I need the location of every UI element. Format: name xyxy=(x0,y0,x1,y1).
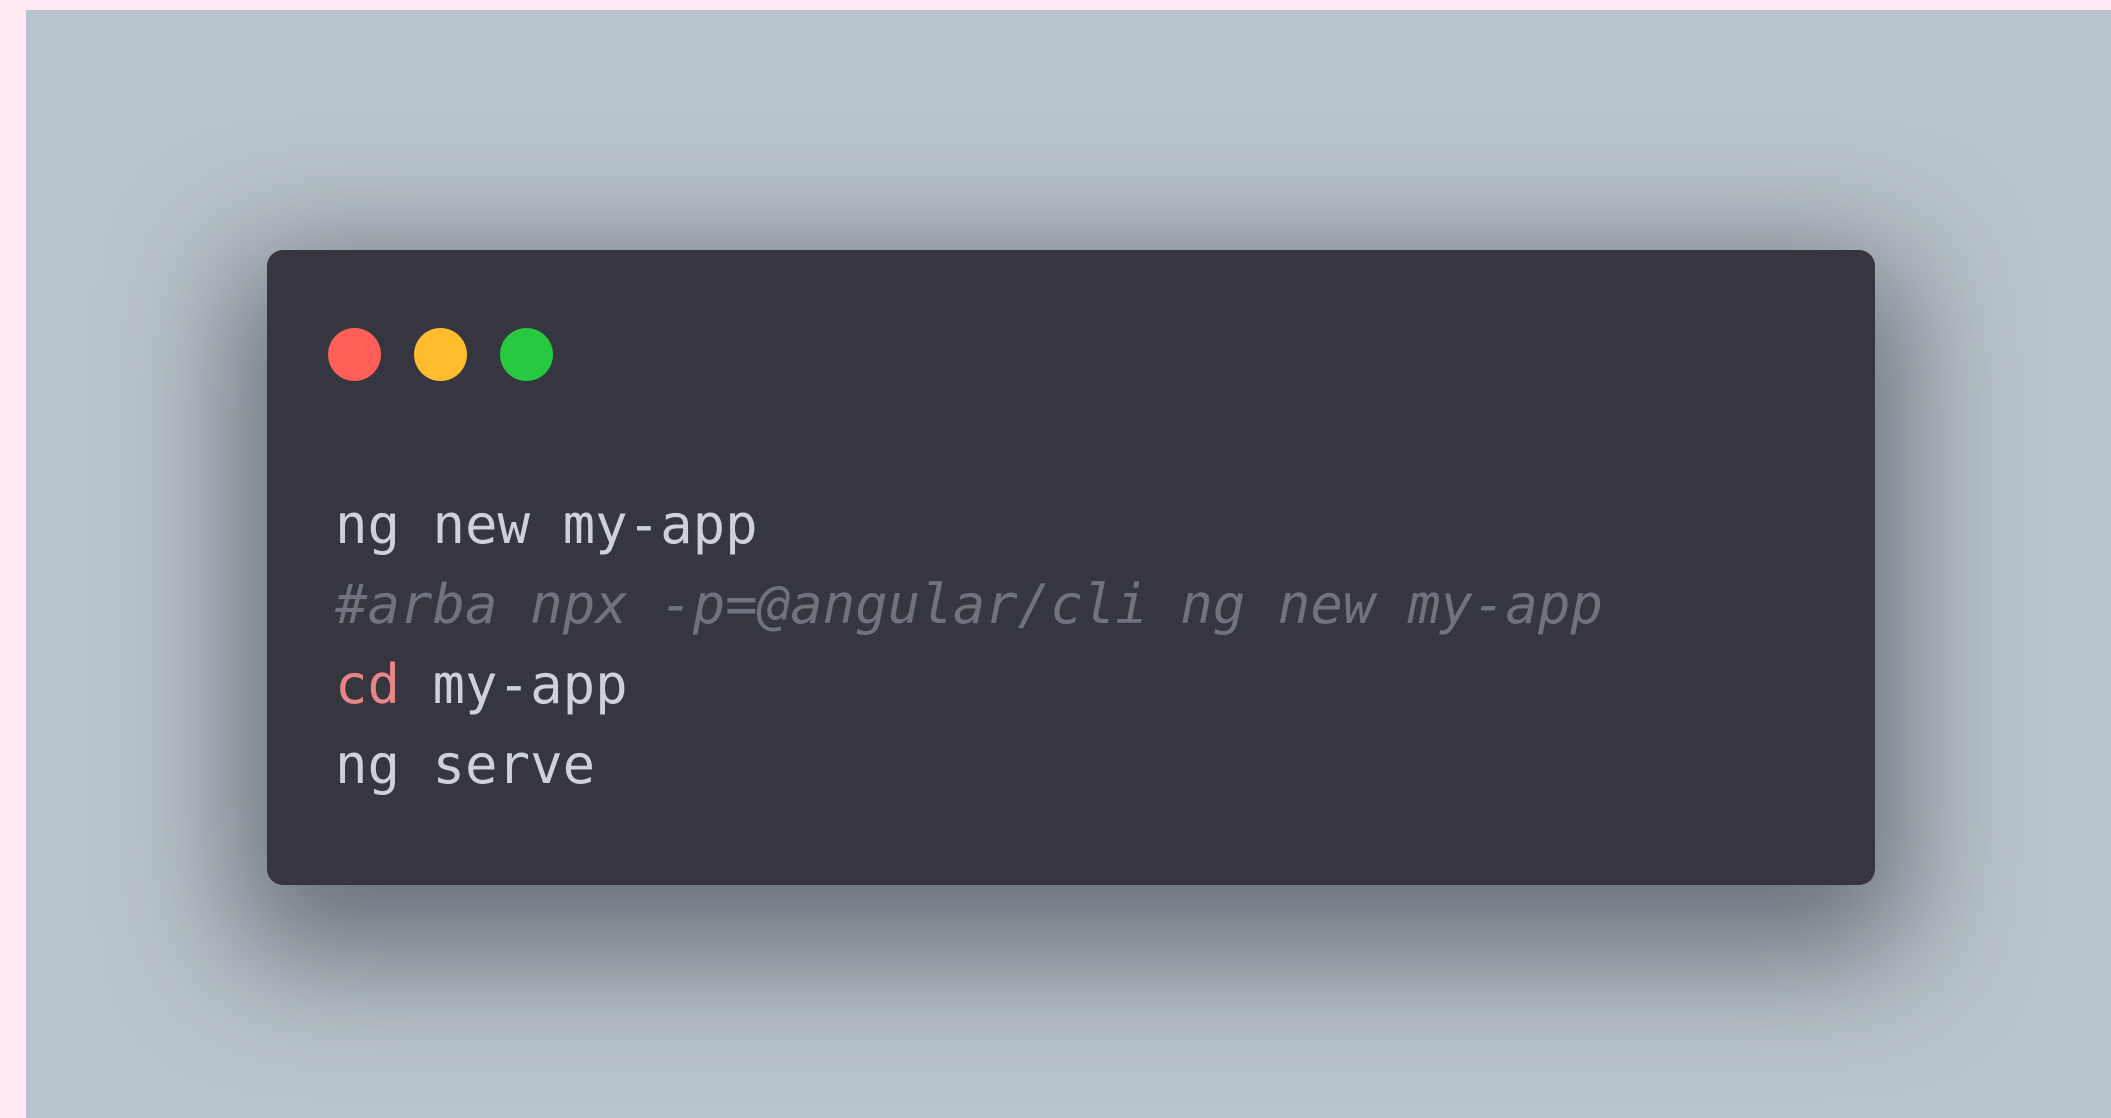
code-line-2-comment: #arba npx -p=@angular/cli ng new my-app xyxy=(335,573,1603,636)
code-block: ng new my-app #arba npx -p=@angular/cli n… xyxy=(335,485,1603,805)
terminal-window: ng new my-app #arba npx -p=@angular/cli n… xyxy=(267,250,1875,885)
minimize-icon[interactable] xyxy=(414,328,467,381)
code-line-1: ng new my-app xyxy=(335,493,758,556)
code-line-3: cd my-app xyxy=(335,645,1603,725)
backdrop: ng new my-app #arba npx -p=@angular/cli n… xyxy=(26,10,2111,1118)
zoom-icon[interactable] xyxy=(500,328,553,381)
cd-keyword: cd xyxy=(335,653,401,716)
window-controls xyxy=(328,328,553,382)
cd-argument: my-app xyxy=(400,653,628,716)
code-line-4: ng serve xyxy=(335,733,596,796)
close-icon[interactable] xyxy=(328,328,381,381)
